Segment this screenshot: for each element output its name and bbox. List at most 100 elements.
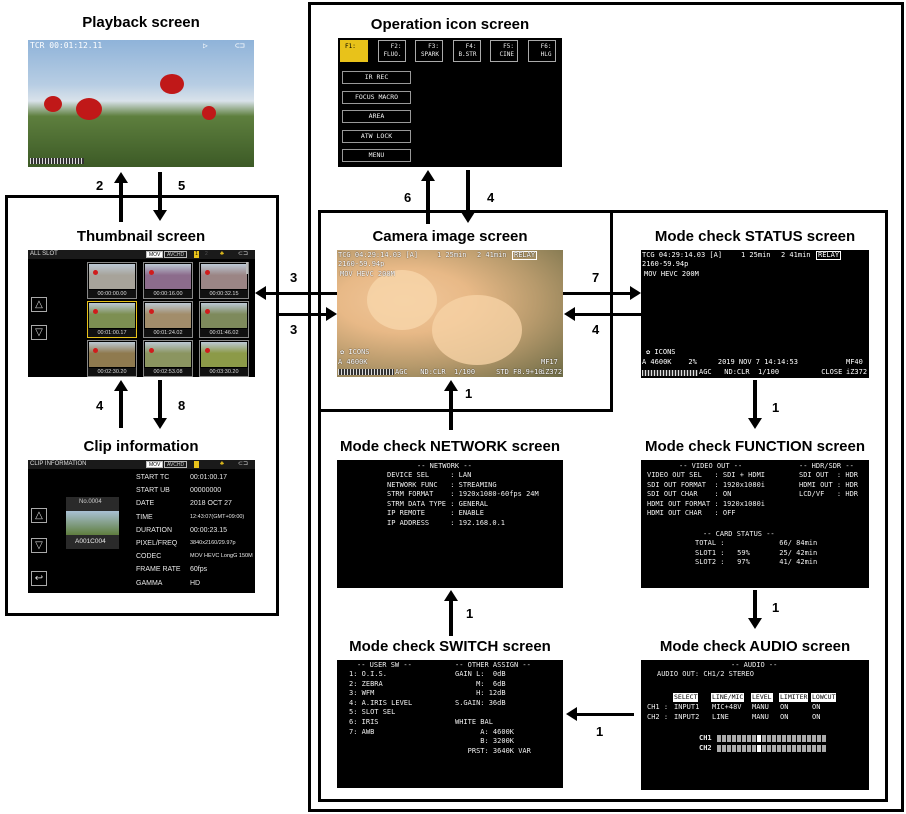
meter-segment [797, 735, 801, 742]
thumbnail-item[interactable]: 00:02:30.20 [87, 340, 137, 377]
tab-avchd[interactable]: AVCHD [164, 461, 188, 468]
audio-channel-label: CH2 : [647, 712, 669, 721]
thumbnail-item[interactable]: 00:00:00.00 [87, 262, 137, 299]
clip-field-label: DATE [136, 500, 155, 508]
other-assign-rows: GAIN L: 0dB M: 6dB H: 12dB S.GAIN: 36dB W… [455, 670, 531, 756]
tab-mov[interactable]: MOV [146, 251, 164, 258]
arrow-1-as-head [566, 707, 577, 721]
thumbnail-item[interactable]: 00:01:24.02 [143, 301, 193, 338]
audio-channel-value: INPUT1 [674, 703, 700, 711]
meter-segment [772, 735, 776, 742]
arrow-5-label: 5 [178, 178, 186, 193]
tab-mov[interactable]: MOV [146, 461, 164, 468]
flower-petal [432, 295, 522, 365]
status-format: 2160-59.94p [642, 260, 689, 268]
arrow-1-sn-shaft [449, 600, 453, 636]
scroll-down-button[interactable]: ▽ [31, 325, 47, 340]
arrow-4-op-label: 4 [487, 190, 495, 205]
user-sw-row: 4: A.IRIS LEVEL [349, 698, 413, 707]
scroll-up-button[interactable]: △ [31, 508, 47, 523]
slot2-icon: 2 [205, 251, 208, 257]
arrow-1-sf-head [748, 418, 762, 429]
other-assign-row: GAIN L: 0dB [455, 670, 506, 678]
record-mark-icon [93, 348, 98, 353]
function-key-5[interactable]: F5: CINE [490, 40, 518, 62]
camera-image-screen[interactable]: TCG 04:29:14.03 [A] 1 25min 2 41min RELA… [337, 250, 563, 377]
thumbnail-item[interactable]: 00:01:46.02 [199, 301, 249, 338]
thumbnail-image [145, 264, 191, 289]
meter-segment [767, 735, 771, 742]
arrow-5-shaft [158, 172, 162, 212]
audio-channel-value: ON [780, 712, 789, 721]
battery-icon: ⊂⊐ [235, 41, 245, 50]
user-sw-row: 2: ZEBRA [349, 679, 383, 688]
arrow-7-head [630, 286, 641, 300]
operation-button-focus-macro[interactable]: FOCUS MACRO [342, 90, 411, 104]
function-key-4[interactable]: F4: B.STR [452, 40, 481, 62]
audio-level-meter [717, 745, 826, 752]
thumbnail-item[interactable]: 00:00:16.00 [143, 262, 193, 299]
clip-thumbnail-image [66, 511, 119, 535]
camera-timecode: TCG 04:29:14.03 [A] [338, 251, 419, 259]
clip-field-value: 00:00:23.15 [190, 526, 227, 534]
scroll-down-button[interactable]: ▽ [31, 538, 47, 553]
audio-column-lowcut: LOWCUT [811, 693, 837, 702]
camera-icons-label[interactable]: ✿ ICONS [340, 348, 370, 356]
slot1-icon [194, 461, 199, 468]
clip-field-value: MOV HEVC LongG 150M [190, 553, 253, 560]
audio-channel-value: MANU [752, 703, 769, 711]
function-key-1[interactable]: F1: [340, 40, 368, 62]
network-row: STRM FORMAT : 1920x1080-60fps 24M [387, 490, 539, 499]
network-row: IP REMOTE : ENABLE [387, 509, 484, 518]
clip-field-value: 00000000 [190, 487, 222, 495]
flower [76, 98, 102, 120]
status-icons-label[interactable]: ✿ ICONS [646, 348, 676, 356]
thumbnail-item[interactable]: 00:00:32.15 [199, 262, 249, 299]
playback-title: Playback screen [82, 14, 200, 31]
arrow-4-status-head [564, 307, 575, 321]
back-button[interactable]: ↩ [31, 571, 47, 586]
operation-button-ir-rec[interactable]: IR REC [342, 71, 411, 84]
meter-segment [817, 735, 821, 742]
meter-segment [747, 735, 751, 742]
function-key-3[interactable]: F3: SPARK [415, 40, 443, 62]
function-key-6[interactable]: F6: HLG [527, 40, 556, 62]
arrow-6-shaft [426, 180, 430, 224]
playback-screen[interactable]: TCR 00:01:12.11 ▷ ⊂⊐ [28, 40, 254, 167]
thumbnail-screen: ALL SLOT MOV AVCHD 1 2 ♣ ⊂⊐ △ ▽ 00:00:00… [28, 250, 255, 377]
tab-avchd[interactable]: AVCHD [164, 251, 188, 258]
flower [44, 96, 62, 112]
function-key-2[interactable]: F2: FLUO. [377, 40, 406, 62]
audio-title: Mode check AUDIO screen [659, 638, 851, 655]
scrollbar[interactable] [246, 262, 248, 274]
user-sw-row: 1: O.I.S. [349, 670, 387, 678]
scroll-up-button[interactable]: △ [31, 297, 47, 312]
arrow-1-sf-shaft [753, 380, 757, 420]
thumbnail-item[interactable]: 00:02:53.08 [143, 340, 193, 377]
camera-slot1: 1 25min [437, 251, 467, 259]
camera-format: 2160-59.94p [338, 260, 385, 268]
thumbnail-item[interactable]: 00:01:00.17 [87, 301, 137, 338]
slot-label: ALL SLOT [30, 251, 58, 257]
function-key-number: F1: [345, 43, 356, 50]
audio-meter-label: CH2 [699, 744, 712, 752]
operation-button-area[interactable]: AREA [342, 110, 411, 123]
arrow-7-shaft [563, 292, 631, 295]
record-mark-icon [149, 348, 154, 353]
video-out-row: HDMI OUT CHAR : OFF [647, 509, 736, 518]
record-mark-icon [205, 270, 210, 275]
meter-segment [772, 745, 776, 752]
thumbnail-timecode: 00:00:32.15 [200, 290, 248, 298]
operation-button-menu[interactable]: MENU [342, 149, 411, 162]
function-key-number: F2: [390, 43, 402, 50]
other-assign-row: H: 12dB [455, 689, 506, 698]
audio-channel-value: LINE [712, 712, 729, 721]
thumbnail-item[interactable]: 00:03:30.20 [199, 340, 249, 377]
thumbnail-timecode: 00:00:16.00 [144, 290, 192, 298]
network-icon: ♣ [220, 251, 224, 257]
card-status-row: TOTAL : 66/ 84min [695, 539, 818, 547]
operation-button-atw-lock[interactable]: ATW LOCK [342, 129, 411, 143]
thumbnail-image [89, 303, 135, 328]
record-mark-icon [205, 309, 210, 314]
function-key-label: SPARK [420, 51, 439, 58]
